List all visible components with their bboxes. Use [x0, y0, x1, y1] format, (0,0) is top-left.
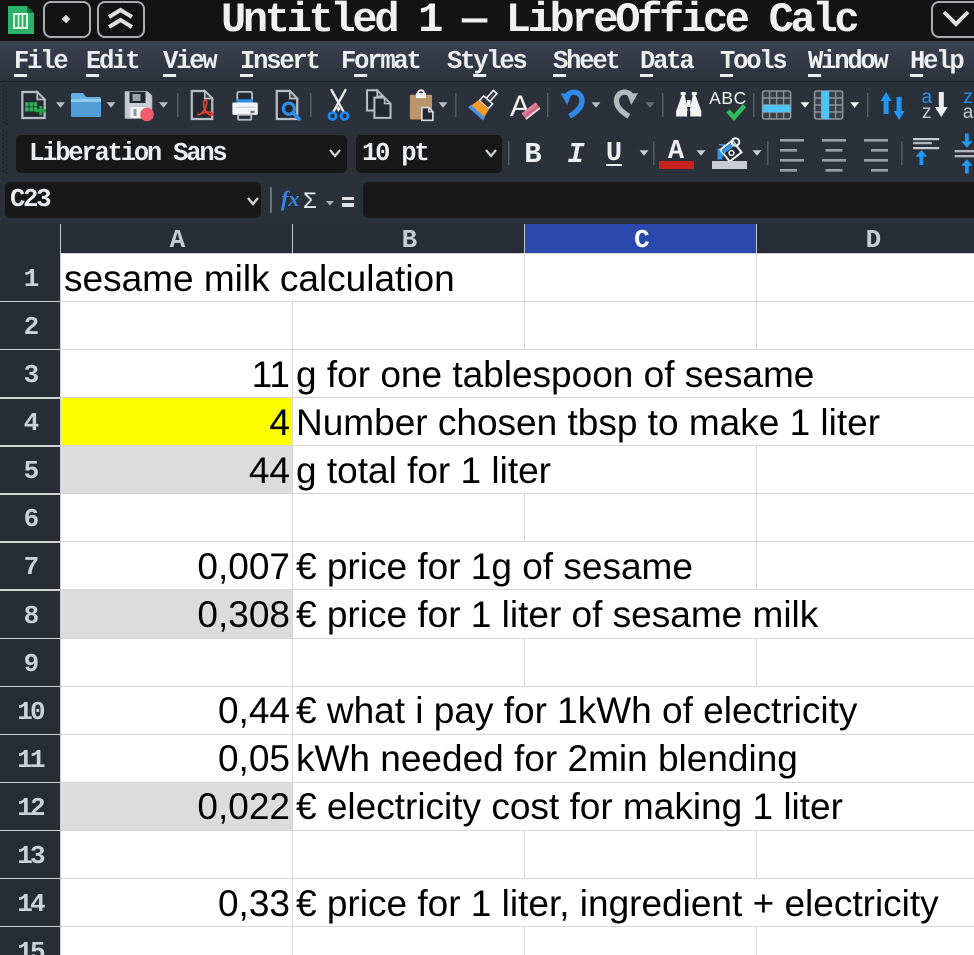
- svg-text:a: a: [963, 102, 974, 123]
- svg-text:z: z: [922, 102, 932, 123]
- svg-text:B: B: [524, 138, 541, 171]
- svg-text:I: I: [567, 138, 585, 171]
- svg-text:ABC: ABC: [709, 88, 747, 108]
